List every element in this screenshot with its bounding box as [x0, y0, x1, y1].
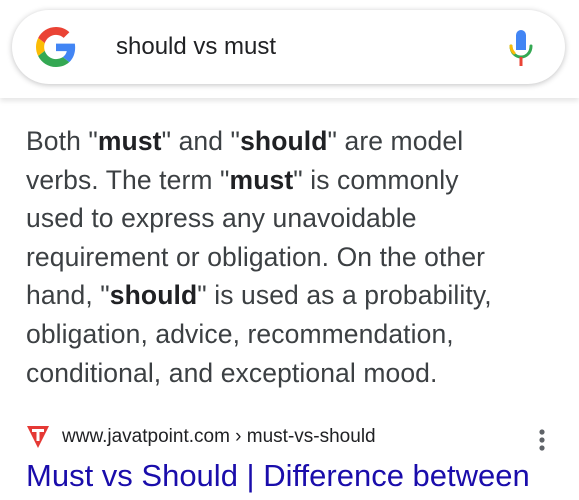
snippet-text: verbs. The term " [26, 164, 230, 195]
result-title-link[interactable]: Must vs Should | Difference between [26, 456, 579, 496]
snippet-bold-term: should [240, 126, 328, 156]
javatpoint-favicon-icon [27, 426, 49, 448]
snippet-line: Both "must" and "should" are model [26, 122, 566, 161]
featured-snippet-text: Both "must" and "should" are model verbs.… [26, 122, 566, 392]
snippet-text: requirement or obligation. On the other [26, 241, 486, 272]
snippet-text: " is used as a probability, [197, 280, 492, 311]
snippet-bold-term: must [229, 164, 294, 195]
microphone-icon[interactable] [508, 28, 534, 68]
search-input[interactable]: should vs must [116, 10, 276, 84]
snippet-line: conditional, and exceptional mood. [26, 354, 566, 393]
snippet-text: Both " [26, 126, 98, 156]
snippet-bold-term: should [109, 280, 198, 311]
snippet-text: conditional, and exceptional mood. [26, 357, 438, 388]
snippet-text: used to express any unavoidable [26, 203, 417, 234]
snippet-text: hand, " [26, 280, 110, 311]
snippet-bold-term: must [97, 126, 162, 156]
search-results-page: should vs must Both "must" and "should" … [0, 0, 579, 500]
search-header: should vs must [0, 0, 579, 98]
snippet-text: " is commonly [293, 164, 459, 195]
snippet-line: requirement or obligation. On the other [26, 238, 566, 277]
snippet-text: " and " [161, 126, 241, 156]
more-vert-icon[interactable] [538, 428, 546, 452]
search-box[interactable]: should vs must [12, 10, 565, 84]
snippet-line: hand, "should" is used as a probability, [26, 276, 566, 315]
google-logo-icon[interactable] [36, 27, 76, 67]
snippet-line: obligation, advice, recommendation, [26, 315, 566, 354]
snippet-line: verbs. The term "must" is commonly [26, 161, 566, 200]
source-url[interactable]: www.javatpoint.com › must-vs-should [62, 422, 376, 452]
snippet-text: " are model [327, 126, 464, 156]
snippet-text: obligation, advice, recommendation, [26, 318, 454, 349]
snippet-line: used to express any unavoidable [26, 199, 566, 238]
result-source[interactable]: www.javatpoint.com › must-vs-should [26, 422, 556, 454]
